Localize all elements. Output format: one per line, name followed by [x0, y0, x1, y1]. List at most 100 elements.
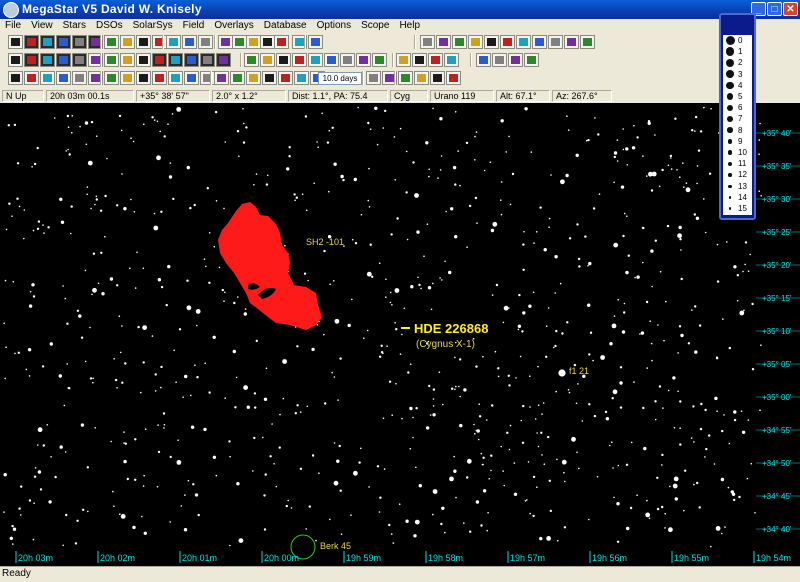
- tb3-tool-button[interactable]: [230, 71, 245, 85]
- tb2-tool-button[interactable]: [8, 53, 23, 67]
- tb2-tool-button[interactable]: [216, 53, 231, 67]
- tb3-tool-button[interactable]: [366, 71, 381, 85]
- tb1-tool-button[interactable]: [580, 35, 595, 49]
- tb3-tool-button[interactable]: [184, 71, 199, 85]
- tb2-tool-button[interactable]: [372, 53, 387, 67]
- tb2-tool-button[interactable]: [308, 53, 323, 67]
- tb2-tool-button[interactable]: [168, 53, 183, 67]
- tb1-tool-button[interactable]: [232, 35, 247, 49]
- tb3-tool-button[interactable]: [262, 71, 277, 85]
- menu-options[interactable]: Options: [312, 19, 356, 32]
- tb1-tool-button[interactable]: [104, 35, 119, 49]
- tb1-tool-button[interactable]: [274, 35, 289, 49]
- tb2-tool-button[interactable]: [184, 53, 199, 67]
- tb1-tool-button[interactable]: [308, 35, 323, 49]
- tb2-tool-button[interactable]: [244, 53, 259, 67]
- maximize-button[interactable]: □: [767, 2, 782, 16]
- tb3-tool-button[interactable]: [56, 71, 71, 85]
- menu-solarsys[interactable]: SolarSys: [128, 19, 178, 32]
- tb3-tool-button[interactable]: [168, 71, 183, 85]
- tb1-tool-button[interactable]: [8, 35, 23, 49]
- close-button[interactable]: ✕: [783, 2, 798, 16]
- tb2-tool-button[interactable]: [120, 53, 135, 67]
- menu-database[interactable]: Database: [259, 19, 312, 32]
- tb2-tool-button[interactable]: [152, 53, 167, 67]
- tb1-tool-button[interactable]: [532, 35, 547, 49]
- orientation-field[interactable]: N Up: [2, 90, 44, 102]
- tb3-tool-button[interactable]: [136, 71, 151, 85]
- tb2-tool-button[interactable]: [260, 53, 275, 67]
- tb3-tool-button[interactable]: [294, 71, 309, 85]
- menu-dsos[interactable]: DSOs: [91, 19, 128, 32]
- nebula-sh2-101[interactable]: [218, 202, 322, 330]
- tb1-tool-button[interactable]: [182, 35, 197, 49]
- tb3-tool-button[interactable]: [104, 71, 119, 85]
- nebula-label[interactable]: SH2 -101: [306, 237, 344, 247]
- tb3-tool-button[interactable]: [414, 71, 429, 85]
- tb1-tool-button[interactable]: [218, 35, 233, 49]
- menu-field[interactable]: Field: [178, 19, 210, 32]
- tb3-tool-button[interactable]: [446, 71, 461, 85]
- tb1-tool-button[interactable]: [516, 35, 531, 49]
- tb1-tool-button[interactable]: [166, 35, 181, 49]
- tb2-tool-button[interactable]: [40, 53, 55, 67]
- tb3-tool-button[interactable]: [398, 71, 413, 85]
- tb1-tool-button[interactable]: [120, 35, 135, 49]
- menu-help[interactable]: Help: [394, 19, 425, 32]
- target-label[interactable]: HDE 226868: [414, 321, 488, 336]
- tb1-tool-button[interactable]: [246, 35, 261, 49]
- tb1-tool-button[interactable]: [436, 35, 451, 49]
- tb3-tool-button[interactable]: [430, 71, 445, 85]
- tb1-tool-button[interactable]: [136, 35, 151, 49]
- menu-scope[interactable]: Scope: [356, 19, 394, 32]
- tb2-tool-button[interactable]: [444, 53, 459, 67]
- tb3-tool-button[interactable]: [152, 71, 167, 85]
- tb1-tool-button[interactable]: [420, 35, 435, 49]
- tb2-tool-button[interactable]: [276, 53, 291, 67]
- tb1-tool-button[interactable]: [24, 35, 39, 49]
- tb2-tool-button[interactable]: [396, 53, 411, 67]
- menu-overlays[interactable]: Overlays: [209, 19, 258, 32]
- tb2-tool-button[interactable]: [200, 53, 215, 67]
- tb1-tool-button[interactable]: [72, 35, 87, 49]
- menu-file[interactable]: File: [0, 19, 26, 32]
- tb2-tool-button[interactable]: [356, 53, 371, 67]
- tb1-tool-button[interactable]: [40, 35, 55, 49]
- app-icon[interactable]: [3, 2, 19, 18]
- tb3-tool-button[interactable]: [40, 71, 55, 85]
- tb2-tool-button[interactable]: [492, 53, 507, 67]
- star-f1-21[interactable]: [558, 369, 566, 377]
- tb2-tool-button[interactable]: [412, 53, 427, 67]
- tb2-tool-button[interactable]: [72, 53, 87, 67]
- tb3-tool-button[interactable]: [120, 71, 135, 85]
- tb3-tool-button[interactable]: [8, 71, 23, 85]
- tb2-tool-button[interactable]: [340, 53, 355, 67]
- menu-view[interactable]: View: [26, 19, 58, 32]
- tb3-tool-button[interactable]: [72, 71, 87, 85]
- tb2-tool-button[interactable]: [24, 53, 39, 67]
- menu-stars[interactable]: Stars: [58, 19, 91, 32]
- tb1-tool-button[interactable]: [152, 35, 167, 49]
- tb2-tool-button[interactable]: [292, 53, 307, 67]
- tb1-tool-button[interactable]: [452, 35, 467, 49]
- tb1-tool-button[interactable]: [500, 35, 515, 49]
- tb1-tool-button[interactable]: [564, 35, 579, 49]
- tb2-tool-button[interactable]: [104, 53, 119, 67]
- magnitude-legend[interactable]: 0 1 2 3 4 5 6 7 8 9 10 11 12 13 14 15: [719, 13, 756, 220]
- time-step-field[interactable]: 10.0 days: [318, 72, 362, 85]
- tb2-tool-button[interactable]: [136, 53, 151, 67]
- tb2-tool-button[interactable]: [56, 53, 71, 67]
- tb1-tool-button[interactable]: [56, 35, 71, 49]
- tb3-tool-button[interactable]: [246, 71, 261, 85]
- tb1-tool-button[interactable]: [484, 35, 499, 49]
- tb2-tool-button[interactable]: [428, 53, 443, 67]
- tb1-tool-button[interactable]: [548, 35, 563, 49]
- tb3-tool-button[interactable]: [24, 71, 39, 85]
- tb2-tool-button[interactable]: [476, 53, 491, 67]
- tb1-tool-button[interactable]: [468, 35, 483, 49]
- tb3-tool-button[interactable]: [278, 71, 293, 85]
- tb1-tool-button[interactable]: [260, 35, 275, 49]
- tb3-tool-button[interactable]: [200, 71, 215, 85]
- sky-canvas[interactable]: SH2 -101 HDE 226868 (Cygnus X-1) f1 21 B…: [0, 103, 800, 566]
- tb1-tool-button[interactable]: [198, 35, 213, 49]
